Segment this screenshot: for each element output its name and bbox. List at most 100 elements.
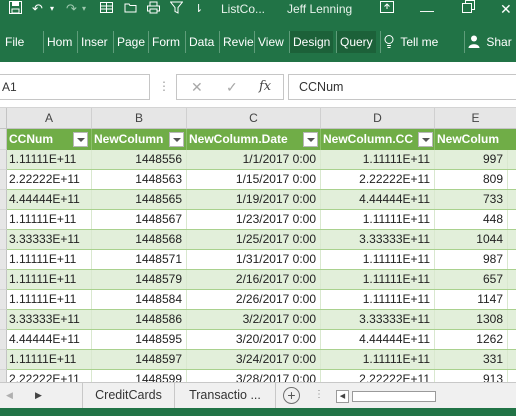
scroll-left-button[interactable]: ◀ [336, 390, 349, 403]
table-cell[interactable]: 3.33333E+11 [7, 310, 92, 329]
table-cell[interactable]: 1.11111E+11 [321, 150, 435, 169]
horizontal-scrollbar[interactable]: ◀ [336, 390, 516, 403]
tab-page-layout[interactable]: Page [113, 31, 148, 53]
table-cell[interactable]: 2.22222E+11 [321, 370, 435, 382]
tab-design[interactable]: Design [289, 31, 334, 53]
table-cell[interactable]: 1448595 [92, 330, 187, 349]
row-header[interactable] [0, 230, 7, 250]
header-cell[interactable]: NewColum [435, 129, 516, 150]
row-header[interactable] [0, 290, 7, 310]
filter-dropdown-icon[interactable] [73, 132, 88, 147]
worksheet-grid[interactable]: A B C D E CCNum NewColumn NewColumn.Date… [0, 108, 516, 382]
table-cell[interactable]: 1448579 [92, 270, 187, 289]
row-header[interactable] [0, 350, 7, 370]
column-header-b[interactable]: B [92, 108, 187, 129]
row-header[interactable] [0, 210, 7, 230]
formula-bar-grip-icon[interactable]: ⋮ [158, 80, 170, 92]
table-cell[interactable]: 1448586 [92, 310, 187, 329]
redo-icon[interactable]: ↷ [66, 1, 77, 17]
table-cell[interactable]: 1308 [435, 310, 508, 329]
row-header[interactable] [0, 370, 7, 382]
table-cell[interactable]: 4.44444E+11 [321, 330, 435, 349]
table-cell[interactable]: 1.11111E+11 [7, 350, 92, 369]
column-header-d[interactable]: D [321, 108, 435, 129]
table-cell[interactable]: 3.33333E+11 [321, 230, 435, 249]
table-cell[interactable]: 1262 [435, 330, 508, 349]
table-cell[interactable]: 4.44444E+11 [7, 190, 92, 209]
table-cell[interactable]: 4.44444E+11 [321, 190, 435, 209]
tab-view[interactable]: View [254, 31, 287, 53]
table-cell[interactable]: 1/31/2017 0:00 [187, 250, 321, 269]
formula-input[interactable]: CCNum [288, 74, 516, 100]
sheet-tab-creditcards[interactable]: CreditCards [82, 383, 174, 408]
table-cell[interactable]: 1.11111E+11 [321, 210, 435, 229]
column-header-a[interactable]: A [7, 108, 92, 129]
table-cell[interactable]: 3.33333E+11 [321, 310, 435, 329]
row-header[interactable] [0, 270, 7, 290]
undo-icon[interactable]: ↶ [32, 1, 43, 17]
table-cell[interactable]: 1448599 [92, 370, 187, 382]
table-cell[interactable]: 3/28/2017 0:00 [187, 370, 321, 382]
tab-query[interactable]: Query [336, 31, 376, 53]
open-icon[interactable] [124, 1, 137, 18]
minimize-icon[interactable]: — [420, 2, 434, 18]
column-header-e[interactable]: E [435, 108, 516, 129]
scrollbar-thumb[interactable] [352, 391, 436, 402]
table-cell[interactable]: 2.22222E+11 [7, 170, 92, 189]
filter-dropdown-icon[interactable] [169, 132, 184, 147]
table-cell[interactable]: 3/24/2017 0:00 [187, 350, 321, 369]
table-cell[interactable]: 3/2/2017 0:00 [187, 310, 321, 329]
table-cell[interactable]: 1448568 [92, 230, 187, 249]
table-cell[interactable]: 1.11111E+11 [7, 250, 92, 269]
print-icon[interactable] [147, 1, 160, 18]
table-cell[interactable]: 809 [435, 170, 508, 189]
tab-data[interactable]: Data [185, 31, 217, 53]
table-cell[interactable]: 1.11111E+11 [321, 350, 435, 369]
add-sheet-button[interactable]: + [283, 387, 300, 404]
table-cell[interactable]: 2/16/2017 0:00 [187, 270, 321, 289]
tab-file[interactable]: File [2, 31, 27, 53]
row-header[interactable] [0, 150, 7, 170]
table-cell[interactable]: 1/1/2017 0:00 [187, 150, 321, 169]
redo-dropdown-icon[interactable]: ▾ [82, 1, 86, 17]
row-header[interactable] [0, 330, 7, 350]
row-header[interactable] [0, 190, 7, 210]
header-cell[interactable]: CCNum [7, 129, 92, 150]
row-header[interactable] [0, 250, 7, 270]
sheet-tab-transactions[interactable]: Transactio ... [174, 383, 276, 408]
table-cell[interactable]: 1448556 [92, 150, 187, 169]
close-icon[interactable]: ✕ [500, 1, 512, 17]
table-cell[interactable]: 1.11111E+11 [321, 270, 435, 289]
table-cell[interactable]: 2.22222E+11 [321, 170, 435, 189]
table-cell[interactable]: 1/25/2017 0:00 [187, 230, 321, 249]
tab-home[interactable]: Hom [43, 31, 75, 53]
table-cell[interactable]: 2/26/2017 0:00 [187, 290, 321, 309]
ribbon-display-icon[interactable] [380, 0, 394, 18]
table-cell[interactable]: 3/20/2017 0:00 [187, 330, 321, 349]
table-cell[interactable]: 1448571 [92, 250, 187, 269]
table-cell[interactable]: 1.11111E+11 [7, 270, 92, 289]
table-cell[interactable]: 1044 [435, 230, 508, 249]
table-icon[interactable] [100, 1, 113, 18]
table-cell[interactable]: 997 [435, 150, 508, 169]
column-header-c[interactable]: C [187, 108, 321, 129]
cancel-icon[interactable]: ✕ [191, 78, 203, 96]
table-cell[interactable]: 1.11111E+11 [7, 150, 92, 169]
table-cell[interactable]: 913 [435, 370, 508, 382]
table-cell[interactable]: 1.11111E+11 [7, 210, 92, 229]
customize-qat-icon[interactable]: ⇂ [194, 1, 203, 17]
undo-dropdown-icon[interactable]: ▾ [50, 1, 54, 17]
filter-dropdown-icon[interactable] [303, 132, 318, 147]
table-cell[interactable]: 331 [435, 350, 508, 369]
scroll-left-icon[interactable]: ◀ [6, 390, 13, 401]
filter-dropdown-icon[interactable] [418, 132, 433, 147]
table-cell[interactable]: 1448563 [92, 170, 187, 189]
table-cell[interactable]: 987 [435, 250, 508, 269]
table-cell[interactable]: 1.11111E+11 [321, 250, 435, 269]
table-cell[interactable]: 1/23/2017 0:00 [187, 210, 321, 229]
table-cell[interactable]: 3.33333E+11 [7, 230, 92, 249]
table-cell[interactable]: 448 [435, 210, 508, 229]
insert-function-icon[interactable]: fx [259, 78, 271, 96]
sheet-options-icon[interactable]: ⋮ [314, 389, 324, 400]
row-header[interactable] [0, 170, 7, 190]
